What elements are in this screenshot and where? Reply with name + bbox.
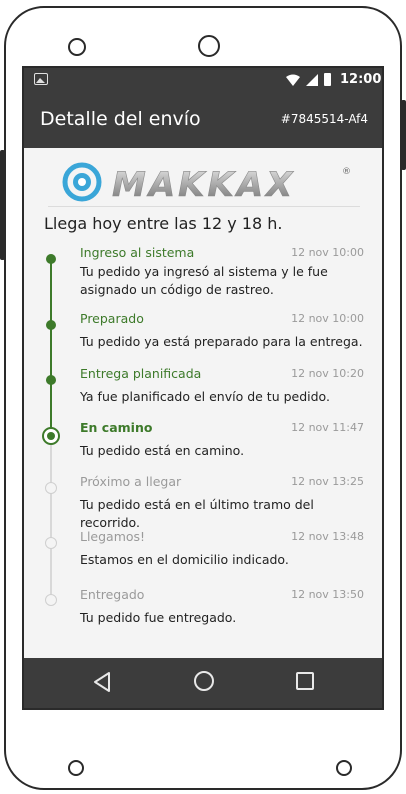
step-done-dot [46,320,56,330]
step-title: Preparado [80,311,144,326]
speaker-left [68,760,84,776]
page-title: Detalle del envío [40,108,201,130]
eta-text: Llega hoy entre las 12 y 18 h. [44,214,283,233]
step-title: En camino [80,420,153,435]
step-done-dot [46,254,56,264]
app-bar: Detalle del envío #7845514-Af4 [24,92,382,148]
step-description: Estamos en el domicilio indicado. [80,552,289,567]
screen: 12:00 Detalle del envío #7845514-Af4 MAK… [22,66,384,710]
earpiece [68,38,86,56]
image-icon [34,73,48,85]
home-icon[interactable] [194,671,214,691]
step-description: Tu pedido está en camino. [80,443,245,458]
step-title: Entrega planificada [80,366,202,381]
speaker-right [336,760,352,776]
step-pending-dot [45,482,57,494]
status-bar: 12:00 [24,68,382,92]
step-timestamp: 12 nov 13:48 [291,530,364,543]
logo-wordmark: MAKKAX [112,165,295,204]
step-title: Ingreso al sistema [80,245,195,260]
step-pending-dot [45,537,57,549]
timeline-connector [50,488,52,543]
brand-logo: MAKKAX ® [62,162,351,204]
step-timestamp: 12 nov 10:00 [291,246,364,259]
step-description: Tu pedido está en el último tramo del re… [80,497,314,530]
step-current-dot [42,427,60,445]
status-time: 12:00 [340,72,382,87]
back-icon[interactable] [92,671,112,693]
shipment-detail: MAKKAX ® Llega hoy entre las 12 y 18 h. … [24,148,382,660]
step-timestamp: 12 nov 13:50 [291,588,364,601]
power-button [401,100,406,170]
step-title: Entregado [80,587,145,602]
divider [48,206,360,207]
step-description: Tu pedido ya está preparado para la entr… [80,334,363,349]
timeline-connector [50,325,52,380]
registered-mark: ® [342,167,351,177]
step-timestamp: 12 nov 10:20 [291,367,364,380]
timeline-connector [50,543,52,600]
step-description: Ya fue planificado el envío de tu pedido… [80,389,330,404]
wifi-icon [286,74,300,86]
battery-icon [324,73,331,86]
front-camera [198,35,220,57]
step-title: Llegamos! [80,529,146,544]
signal-icon [306,74,318,86]
timeline-connector [50,259,52,325]
step-description: Tu pedido ya ingresó al sistema y le fue… [80,264,328,297]
nav-bar [24,658,382,708]
step-description: Tu pedido fue entregado. [80,610,237,625]
step-timestamp: 12 nov 13:25 [291,475,364,488]
volume-button [0,150,5,260]
step-timestamp: 12 nov 10:00 [291,312,364,325]
recent-apps-icon[interactable] [296,672,314,690]
step-timestamp: 12 nov 11:47 [291,421,364,434]
order-id: #7845514-Af4 [280,112,368,126]
step-done-dot [46,375,56,385]
step-title: Próximo a llegar [80,474,182,489]
step-pending-dot [45,594,57,606]
